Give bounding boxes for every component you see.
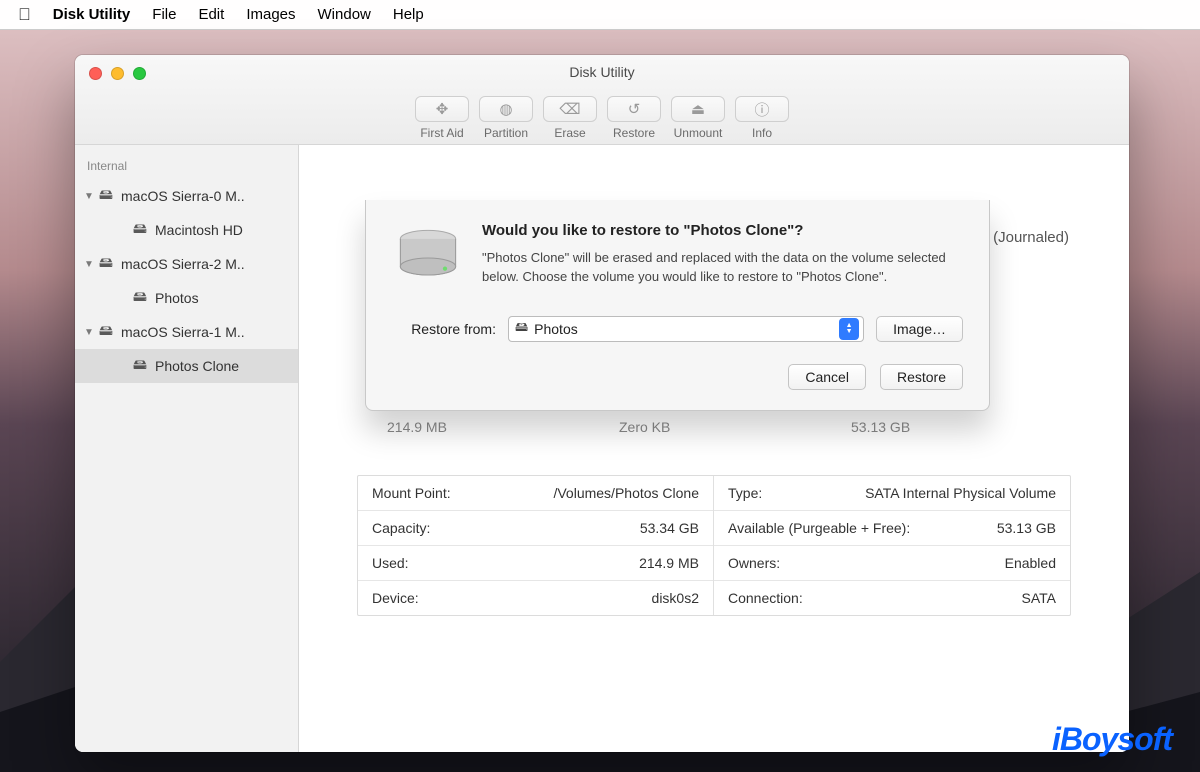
detail-key: Mount Point: xyxy=(372,485,451,501)
disk-utility-window: Disk Utility ✥ First Aid ◍ Partition ⌫ Eras… xyxy=(75,55,1129,752)
detail-row: Capacity: 53.34 GB xyxy=(358,511,713,546)
sidebar-volume-photos[interactable]: ▼🖴Photos xyxy=(75,281,298,315)
titlebar: Disk Utility ✥ First Aid ◍ Partition ⌫ Eras… xyxy=(75,55,1129,145)
menu-edit[interactable]: Edit xyxy=(198,6,224,23)
detail-row: Available (Purgeable + Free): 53.13 GB xyxy=(714,511,1070,546)
restore-button[interactable]: Restore xyxy=(880,364,963,390)
detail-value: /Volumes/Photos Clone xyxy=(553,485,699,501)
sidebar-disk-0[interactable]: ▼🖴 macOS Sierra-0 M.. xyxy=(75,179,298,213)
volume-icon: 🖴 xyxy=(515,318,528,340)
detail-key: Owners: xyxy=(728,555,780,571)
sidebar-item-label: macOS Sierra-1 M.. xyxy=(121,324,245,340)
hard-drive-icon xyxy=(392,222,464,294)
sidebar-item-label: Macintosh HD xyxy=(155,222,243,238)
detail-value: 214.9 MB xyxy=(639,555,699,571)
erase-icon: ⌫ xyxy=(543,96,597,122)
macos-menubar:  Disk Utility File Edit Images Window H… xyxy=(0,0,1200,30)
restore-icon: ↺ xyxy=(607,96,661,122)
disk-icon: 🖴 xyxy=(97,320,115,344)
detail-value: Enabled xyxy=(1005,555,1056,571)
disclosure-triangle-icon[interactable]: ▼ xyxy=(81,327,97,338)
sidebar-item-label: macOS Sierra-2 M.. xyxy=(121,256,245,272)
info-icon: ⓘ xyxy=(735,96,789,122)
unmount-icon: ⏏ xyxy=(671,96,725,122)
toolbar-label: Info xyxy=(752,126,772,140)
sidebar-disk-2[interactable]: ▼🖴 macOS Sierra-2 M.. xyxy=(75,247,298,281)
toolbar-label: First Aid xyxy=(420,126,463,140)
volume-icon: 🖴 xyxy=(131,286,149,310)
partition-icon: ◍ xyxy=(479,96,533,122)
image-button[interactable]: Image… xyxy=(876,316,963,342)
restore-from-label: Restore from: xyxy=(392,321,496,337)
detail-value: SATA xyxy=(1022,590,1057,606)
toolbar-label: Partition xyxy=(484,126,528,140)
restore-from-select[interactable]: 🖴 Photos ▲▼ xyxy=(508,316,864,342)
toolbar: ✥ First Aid ◍ Partition ⌫ Erase ↺ Restore ⏏ U… xyxy=(75,96,1129,140)
toolbar-info[interactable]: ⓘ Info xyxy=(735,96,789,140)
stat-value: 214.9 MB xyxy=(387,419,527,435)
dialog-body: "Photos Clone" will be erased and replac… xyxy=(482,249,963,287)
sidebar-item-label: Photos Clone xyxy=(155,358,239,374)
sidebar-volume-macintosh-hd[interactable]: ▼🖴Macintosh HD xyxy=(75,213,298,247)
detail-key: Capacity: xyxy=(372,520,430,536)
detail-key: Type: xyxy=(728,485,762,501)
detail-row: Type: SATA Internal Physical Volume xyxy=(714,476,1070,511)
toolbar-erase[interactable]: ⌫ Erase xyxy=(543,96,597,140)
disclosure-triangle-icon[interactable]: ▼ xyxy=(81,191,97,202)
dropdown-caret-icon: ▲▼ xyxy=(839,318,859,340)
menu-images[interactable]: Images xyxy=(246,6,295,23)
volume-details-table: Mount Point: /Volumes/Photos Clone Capaci… xyxy=(357,475,1071,616)
disk-icon: 🖴 xyxy=(97,184,115,208)
detail-value: 53.13 GB xyxy=(997,520,1056,536)
detail-value: disk0s2 xyxy=(652,590,699,606)
detail-row: Mount Point: /Volumes/Photos Clone xyxy=(358,476,713,511)
disclosure-triangle-icon[interactable]: ▼ xyxy=(81,259,97,270)
detail-value: SATA Internal Physical Volume xyxy=(865,485,1056,501)
window-title: Disk Utility xyxy=(75,64,1129,80)
detail-value: 53.34 GB xyxy=(640,520,699,536)
toolbar-unmount[interactable]: ⏏ Unmount xyxy=(671,96,725,140)
toolbar-label: Erase xyxy=(554,126,585,140)
disk-icon: 🖴 xyxy=(97,252,115,276)
sidebar-section-label: Internal xyxy=(75,153,298,179)
detail-row: Used: 214.9 MB xyxy=(358,546,713,581)
first-aid-icon: ✥ xyxy=(415,96,469,122)
stat-value: Zero KB xyxy=(619,419,759,435)
detail-row: Connection: SATA xyxy=(714,581,1070,615)
volume-icon: 🖴 xyxy=(131,218,149,242)
detail-row: Owners: Enabled xyxy=(714,546,1070,581)
restore-from-value: Photos xyxy=(534,321,839,337)
cancel-button[interactable]: Cancel xyxy=(788,364,866,390)
sidebar-item-label: Photos xyxy=(155,290,199,306)
toolbar-partition[interactable]: ◍ Partition xyxy=(479,96,533,140)
sidebar-disk-1[interactable]: ▼🖴 macOS Sierra-1 M.. xyxy=(75,315,298,349)
dialog-title: Would you like to restore to "Photos Clo… xyxy=(482,222,963,239)
volume-icon: 🖴 xyxy=(131,354,149,378)
toolbar-restore[interactable]: ↺ Restore xyxy=(607,96,661,140)
app-menu[interactable]: Disk Utility xyxy=(53,6,131,23)
toolbar-label: Restore xyxy=(613,126,655,140)
apple-menu-icon[interactable]:  xyxy=(18,5,31,25)
toolbar-label: Unmount xyxy=(674,126,723,140)
menu-file[interactable]: File xyxy=(152,6,176,23)
detail-row: Device: disk0s2 xyxy=(358,581,713,615)
detail-key: Available (Purgeable + Free): xyxy=(728,520,910,536)
menu-help[interactable]: Help xyxy=(393,6,424,23)
volume-format-label: d (Journaled) xyxy=(981,229,1069,246)
menu-window[interactable]: Window xyxy=(318,6,371,23)
detail-key: Connection: xyxy=(728,590,803,606)
stat-value: 53.13 GB xyxy=(851,419,991,435)
watermark: iBoysoft xyxy=(1052,721,1172,758)
detail-key: Used: xyxy=(372,555,409,571)
detail-key: Device: xyxy=(372,590,419,606)
sidebar-item-label: macOS Sierra-0 M.. xyxy=(121,188,245,204)
sidebar-volume-photos-clone[interactable]: ▼🖴Photos Clone xyxy=(75,349,298,383)
restore-dialog: Would you like to restore to "Photos Clo… xyxy=(365,200,990,411)
toolbar-first-aid[interactable]: ✥ First Aid xyxy=(415,96,469,140)
sidebar: Internal ▼🖴macOS Sierra-0 M.. ▼🖴Macintos… xyxy=(75,145,299,752)
